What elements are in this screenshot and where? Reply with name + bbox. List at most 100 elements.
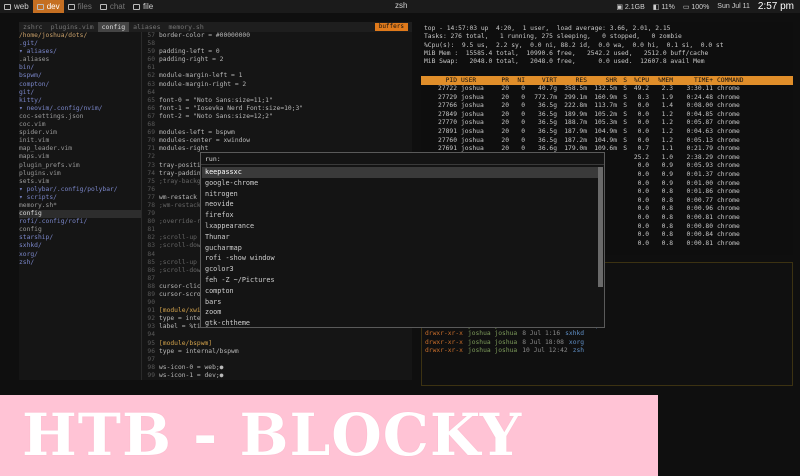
rofi-item[interactable]: gcolor3 <box>202 264 598 275</box>
workspace-0[interactable]: web <box>0 0 33 13</box>
process-cell: chrome <box>717 170 740 178</box>
rofi-item[interactable]: gtk-chtheme <box>202 318 598 329</box>
rofi-item[interactable]: gucharmap <box>202 243 598 254</box>
process-cell: chrome <box>717 196 740 204</box>
workspace-3[interactable]: chat <box>96 0 129 13</box>
process-row: 27770 joshua 20 0 36.5g 188.7m 105.3m S 0.0 1.2 0:… <box>421 119 793 128</box>
code-line: 67 font-2 = "Noto Sans:size=12;2" <box>143 113 412 121</box>
ls-name[interactable]: sxhkd <box>565 330 584 338</box>
tree-item[interactable]: starship/ <box>19 234 141 242</box>
process-cell: 0.0 <box>637 119 649 127</box>
ls-row: drwxr-xr-x joshua joshua 8 Jul 1:16 sxhkd <box>425 330 791 338</box>
process-cell: 2.3 <box>661 85 673 92</box>
date-label: Sun Jul 11 <box>717 3 750 10</box>
rofi-item[interactable]: nitrogen <box>202 189 598 200</box>
workspace-1[interactable]: dev <box>32 0 64 13</box>
tree-item[interactable]: git/ <box>19 89 141 97</box>
process-cell: 27760 <box>438 136 457 144</box>
tree-item[interactable]: .aliases <box>19 56 141 64</box>
rofi-item[interactable]: compton <box>202 286 598 297</box>
line-number: 70 <box>147 137 155 145</box>
process-cell: 0.8 <box>661 205 673 213</box>
line-text: padding-left = 0 <box>159 48 220 56</box>
tree-item[interactable]: kitty/ <box>19 97 141 105</box>
tree-item[interactable]: .git/ <box>19 40 141 48</box>
code-line: 63 module-margin-right = 2 <box>143 81 412 89</box>
rofi-item[interactable]: rofi -show window <box>202 253 598 264</box>
rofi-item[interactable]: firefox <box>202 210 598 221</box>
line-number: 86 <box>147 266 155 274</box>
process-cell: 36.5g <box>538 110 557 118</box>
line-text: modules-center = xwindow <box>159 137 250 145</box>
code-line: 60 padding-right = 2 <box>143 56 412 64</box>
rofi-prompt[interactable]: run: <box>201 153 604 165</box>
rofi-launcher[interactable]: run: keepassxc google-chrome nitrogen neovi… <box>200 152 605 328</box>
tree-item[interactable]: bspwm/ <box>19 72 141 80</box>
process-cell: 0.9 <box>661 162 673 170</box>
vim-tab[interactable]: zshrc <box>19 22 47 32</box>
ls-row: drwxr-xr-x joshua joshua 10 Jul 12:42 zsh <box>425 347 791 355</box>
rofi-results[interactable]: keepassxc google-chrome nitrogen neovide fir… <box>202 167 598 329</box>
process-cell: 132.5m <box>594 85 617 92</box>
process-cell <box>617 197 627 206</box>
vim-tab[interactable]: plugins.vim <box>47 22 98 32</box>
tree-item[interactable]: sets.vim <box>19 178 141 186</box>
tree-item[interactable]: spider.vim <box>19 129 141 137</box>
code-line: 96 type = internal/bspwm <box>143 348 412 356</box>
status-bar: web dev files chat file zsh ▣ 2.1GB ◧ 11% ▭ … <box>0 0 800 13</box>
tree-item[interactable]: ▾ polybar/.config/polybar/ <box>19 186 141 194</box>
tree-item[interactable]: config <box>19 226 141 234</box>
tree-item[interactable]: memory.sh* <box>19 202 141 210</box>
rofi-item[interactable]: bars <box>202 297 598 308</box>
rofi-item[interactable]: google-chrome <box>202 178 598 189</box>
column-header: USER <box>461 77 477 84</box>
code-line: 70 modules-center = xwindow <box>143 137 412 145</box>
rofi-item[interactable]: zoom <box>202 307 598 318</box>
tree-item[interactable]: xorg/ <box>19 251 141 259</box>
tree-item[interactable]: ▾ aliases/ <box>19 48 141 56</box>
tree-item[interactable]: ▾ neovim/.config/nvim/ <box>19 105 141 113</box>
tree-item[interactable]: compton/ <box>19 81 141 89</box>
tree-item[interactable]: map_leader.vim <box>19 145 141 153</box>
tree-item[interactable]: init.vim <box>19 137 141 145</box>
process-row: 27891 joshua 20 0 36.5g 187.9m 104.9m S 0.0 1.2 0:… <box>421 128 793 137</box>
line-text: ws-icon-1 = dev;● <box>159 371 224 379</box>
tree-item[interactable]: coc-settings.json <box>19 113 141 121</box>
line-text: ws-icon-0 = web;● <box>159 363 224 371</box>
process-cell <box>617 231 627 240</box>
ls-name[interactable]: xorg <box>569 339 584 347</box>
vim-tab[interactable]: memory.sh <box>165 22 208 32</box>
workspace-4[interactable]: file <box>129 0 157 13</box>
tree-item[interactable]: bin/ <box>19 64 141 72</box>
ls-name[interactable]: zsh <box>573 347 584 355</box>
rofi-item[interactable]: neovide <box>202 199 598 210</box>
file-tree[interactable]: /home/joshua/dots/ .git/▾ aliases/ .alia… <box>19 32 142 380</box>
rofi-item[interactable]: feh -Z ~/Pictures <box>202 275 598 286</box>
tree-item[interactable]: zsh/ <box>19 259 141 267</box>
tree-item[interactable]: rofi/.config/rofi/ <box>19 218 141 226</box>
tree-item[interactable]: plugin_prefs.vim <box>19 162 141 170</box>
process-cell: 104.9m <box>594 127 617 135</box>
process-row: 27722 joshua 20 0 40.7g 358.5m 132.5m S 49.2 2.3 3… <box>421 85 793 94</box>
tree-item[interactable]: sxhkd/ <box>19 242 141 250</box>
tree-item[interactable]: /home/joshua/dots/ <box>19 32 141 40</box>
rofi-item[interactable]: Thunar <box>202 232 598 243</box>
line-number: 78 <box>147 201 155 209</box>
process-cell: chrome <box>717 188 740 196</box>
system-tray: ▣ 2.1GB ◧ 11% ▭ 100% Sun Jul 11 2:57 pm <box>616 0 794 13</box>
rofi-item[interactable]: lxappearance <box>202 221 598 232</box>
tree-item[interactable]: config <box>19 210 141 219</box>
tree-item[interactable]: ▾ scripts/ <box>19 194 141 202</box>
process-cell: 0.0 <box>637 170 649 178</box>
vim-tab[interactable]: config <box>97 22 130 32</box>
rofi-scrollbar[interactable] <box>598 167 603 287</box>
line-number: 98 <box>147 363 155 371</box>
folder-icon <box>36 3 44 10</box>
tree-item[interactable]: maps.vim <box>19 153 141 161</box>
workspace-2[interactable]: files <box>64 0 96 13</box>
tree-item[interactable]: plugins.vim <box>19 170 141 178</box>
process-cell: chrome <box>717 222 740 230</box>
vim-tab[interactable]: aliases <box>129 22 164 32</box>
rofi-item[interactable]: keepassxc <box>202 167 598 178</box>
tree-item[interactable]: coc.vim <box>19 121 141 129</box>
